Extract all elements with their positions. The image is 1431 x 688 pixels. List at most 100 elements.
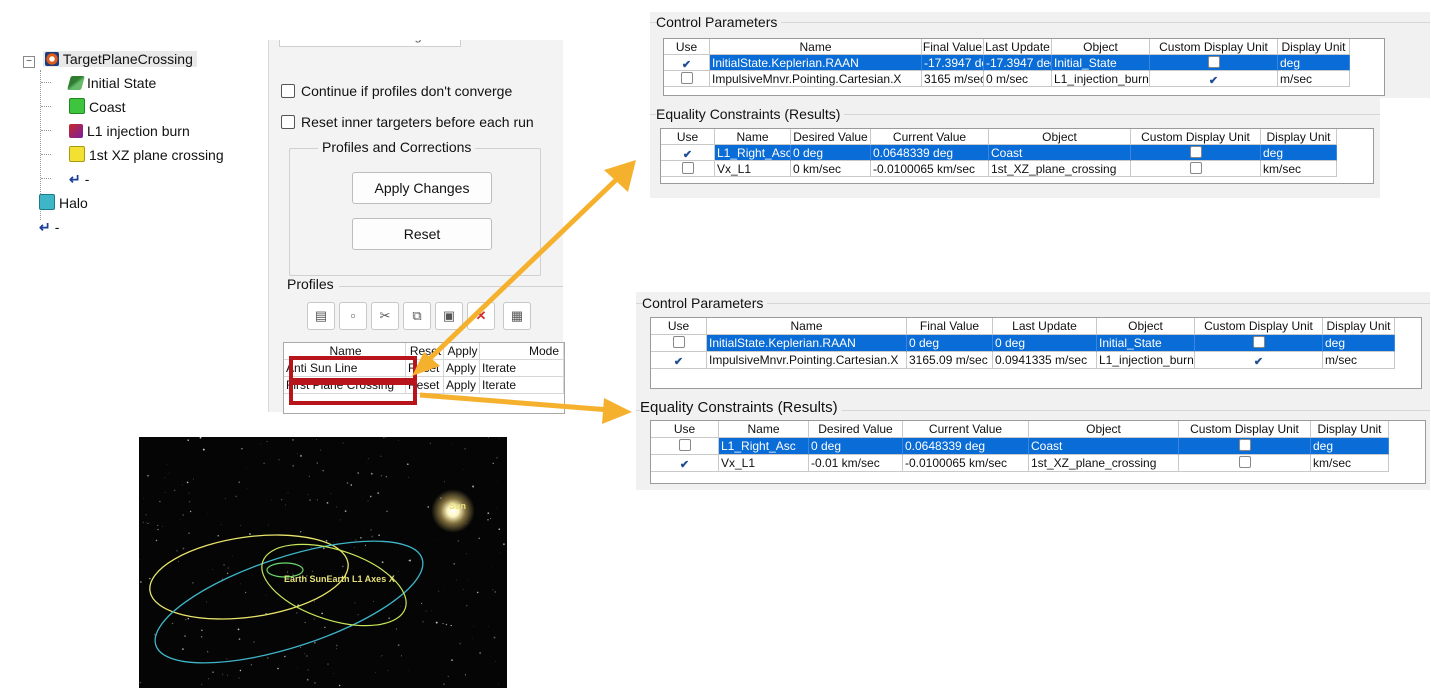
column-header[interactable]: Desired Value [791, 129, 871, 145]
custom-unit-checkbox-cell[interactable] [1131, 145, 1261, 161]
unit-cell[interactable]: m/sec [1323, 352, 1395, 369]
column-header[interactable]: Use [651, 318, 707, 335]
unchecked-checkbox-icon[interactable] [1207, 56, 1220, 68]
name-cell[interactable]: L1_Right_Asc [719, 438, 809, 455]
column-header[interactable]: Custom Display Unit [1195, 318, 1323, 335]
column-header[interactable]: Use [661, 129, 715, 145]
column-header[interactable]: Display Unit [1311, 421, 1389, 438]
final-cell[interactable]: 0 deg [907, 335, 993, 352]
unit-cell[interactable]: deg [1278, 55, 1350, 71]
name-cell[interactable]: Vx_L1 [719, 455, 809, 472]
final-cell[interactable]: 3165 m/sec [922, 71, 984, 87]
unit-cell[interactable]: km/sec [1311, 455, 1389, 472]
object-cell[interactable]: Initial_State [1052, 55, 1150, 71]
3d-space-view[interactable]: Sun Earth SunEarth L1 Axes X [139, 437, 507, 688]
current-cell[interactable]: 0.0648339 deg [903, 438, 1029, 455]
desired-cell[interactable]: 0 deg [791, 145, 871, 161]
last-cell[interactable]: 0 m/sec [984, 71, 1052, 87]
custom-unit-checkbox-cell[interactable] [1179, 455, 1311, 472]
unit-cell[interactable]: deg [1311, 438, 1389, 455]
column-header[interactable]: Name [715, 129, 791, 145]
object-cell[interactable]: L1_injection_burn [1097, 352, 1195, 369]
unit-cell[interactable]: deg [1323, 335, 1395, 352]
desired-cell[interactable]: 0 deg [809, 438, 903, 455]
desired-cell[interactable]: 0 km/sec [791, 161, 871, 177]
use-checkbox-cell[interactable]: ✔ [651, 352, 707, 369]
column-header[interactable]: Custom Display Unit [1179, 421, 1311, 438]
column-header[interactable]: Display Unit [1278, 39, 1350, 55]
object-cell[interactable]: Coast [1029, 438, 1179, 455]
column-header[interactable]: Current Value [903, 421, 1029, 438]
column-header[interactable]: Object [1052, 39, 1150, 55]
column-header[interactable]: Current Value [871, 129, 989, 145]
unchecked-checkbox-icon[interactable] [1189, 162, 1202, 174]
column-header[interactable]: Object [989, 129, 1131, 145]
use-checkbox-cell[interactable]: ✔ [664, 55, 710, 71]
custom-unit-checkbox-cell[interactable] [1131, 161, 1261, 177]
column-header[interactable]: Desired Value [809, 421, 903, 438]
use-checkbox-cell[interactable] [661, 161, 715, 177]
column-header[interactable]: Custom Display Unit [1150, 39, 1278, 55]
column-header[interactable]: Final Value [922, 39, 984, 55]
use-checkbox-cell[interactable] [664, 71, 710, 87]
object-cell[interactable]: Initial_State [1097, 335, 1195, 352]
column-header[interactable]: Name [710, 39, 922, 55]
object-cell[interactable]: L1_injection_burn [1052, 71, 1150, 87]
checked-checkbox-icon[interactable]: ✔ [674, 353, 684, 368]
checked-checkbox-icon[interactable]: ✔ [682, 56, 692, 70]
column-header[interactable]: Object [1029, 421, 1179, 438]
column-header[interactable]: Final Value [907, 318, 993, 335]
column-header[interactable]: Name [719, 421, 809, 438]
checked-checkbox-icon[interactable]: ✔ [680, 456, 690, 471]
name-cell[interactable]: Vx_L1 [715, 161, 791, 177]
current-cell[interactable]: -0.0100065 km/sec [871, 161, 989, 177]
custom-unit-checkbox-cell[interactable]: ✔ [1195, 352, 1323, 369]
object-cell[interactable]: 1st_XZ_plane_crossing [989, 161, 1131, 177]
custom-unit-checkbox-cell[interactable] [1150, 55, 1278, 71]
last-cell[interactable]: 0.0941335 m/sec [993, 352, 1097, 369]
checked-checkbox-icon[interactable]: ✔ [1209, 72, 1219, 86]
use-checkbox-cell[interactable]: ✔ [651, 455, 719, 472]
current-cell[interactable]: 0.0648339 deg [871, 145, 989, 161]
name-cell[interactable]: ImpulsiveMnvr.Pointing.Cartesian.X [710, 71, 922, 87]
column-header[interactable]: Last Update [993, 318, 1097, 335]
checked-checkbox-icon[interactable]: ✔ [1254, 353, 1264, 368]
unchecked-checkbox-icon[interactable] [680, 72, 693, 84]
column-header[interactable]: Custom Display Unit [1131, 129, 1261, 145]
use-checkbox-cell[interactable]: ✔ [661, 145, 715, 161]
custom-unit-checkbox-cell[interactable]: ✔ [1150, 71, 1278, 87]
column-header[interactable]: Use [651, 421, 719, 438]
final-cell[interactable]: 3165.09 m/sec [907, 352, 993, 369]
unit-cell[interactable]: deg [1261, 145, 1337, 161]
final-cell[interactable]: -17.3947 deg [922, 55, 984, 71]
use-checkbox-cell[interactable] [651, 438, 719, 455]
object-cell[interactable]: Coast [989, 145, 1131, 161]
column-header[interactable]: Last Update [984, 39, 1052, 55]
unchecked-checkbox-icon[interactable] [672, 336, 685, 348]
last-cell[interactable]: -17.3947 deg [984, 55, 1052, 71]
unchecked-checkbox-icon[interactable] [678, 439, 691, 451]
name-cell[interactable]: InitialState.Keplerian.RAAN [710, 55, 922, 71]
column-header[interactable]: Display Unit [1261, 129, 1337, 145]
unchecked-checkbox-icon[interactable] [1252, 336, 1265, 348]
custom-unit-checkbox-cell[interactable] [1179, 438, 1311, 455]
desired-cell[interactable]: -0.01 km/sec [809, 455, 903, 472]
unchecked-checkbox-icon[interactable] [681, 162, 694, 174]
use-checkbox-cell[interactable] [651, 335, 707, 352]
name-cell[interactable]: L1_Right_Asc [715, 145, 791, 161]
column-header[interactable]: Use [664, 39, 710, 55]
unchecked-checkbox-icon[interactable] [1189, 146, 1202, 158]
column-header[interactable]: Object [1097, 318, 1195, 335]
unit-cell[interactable]: m/sec [1278, 71, 1350, 87]
custom-unit-checkbox-cell[interactable] [1195, 335, 1323, 352]
unchecked-checkbox-icon[interactable] [1238, 456, 1251, 468]
last-cell[interactable]: 0 deg [993, 335, 1097, 352]
column-header[interactable]: Name [707, 318, 907, 335]
object-cell[interactable]: 1st_XZ_plane_crossing [1029, 455, 1179, 472]
name-cell[interactable]: ImpulsiveMnvr.Pointing.Cartesian.X [707, 352, 907, 369]
unchecked-checkbox-icon[interactable] [1238, 439, 1251, 451]
current-cell[interactable]: -0.0100065 km/sec [903, 455, 1029, 472]
name-cell[interactable]: InitialState.Keplerian.RAAN [707, 335, 907, 352]
column-header[interactable]: Display Unit [1323, 318, 1395, 335]
checked-checkbox-icon[interactable]: ✔ [683, 146, 693, 160]
